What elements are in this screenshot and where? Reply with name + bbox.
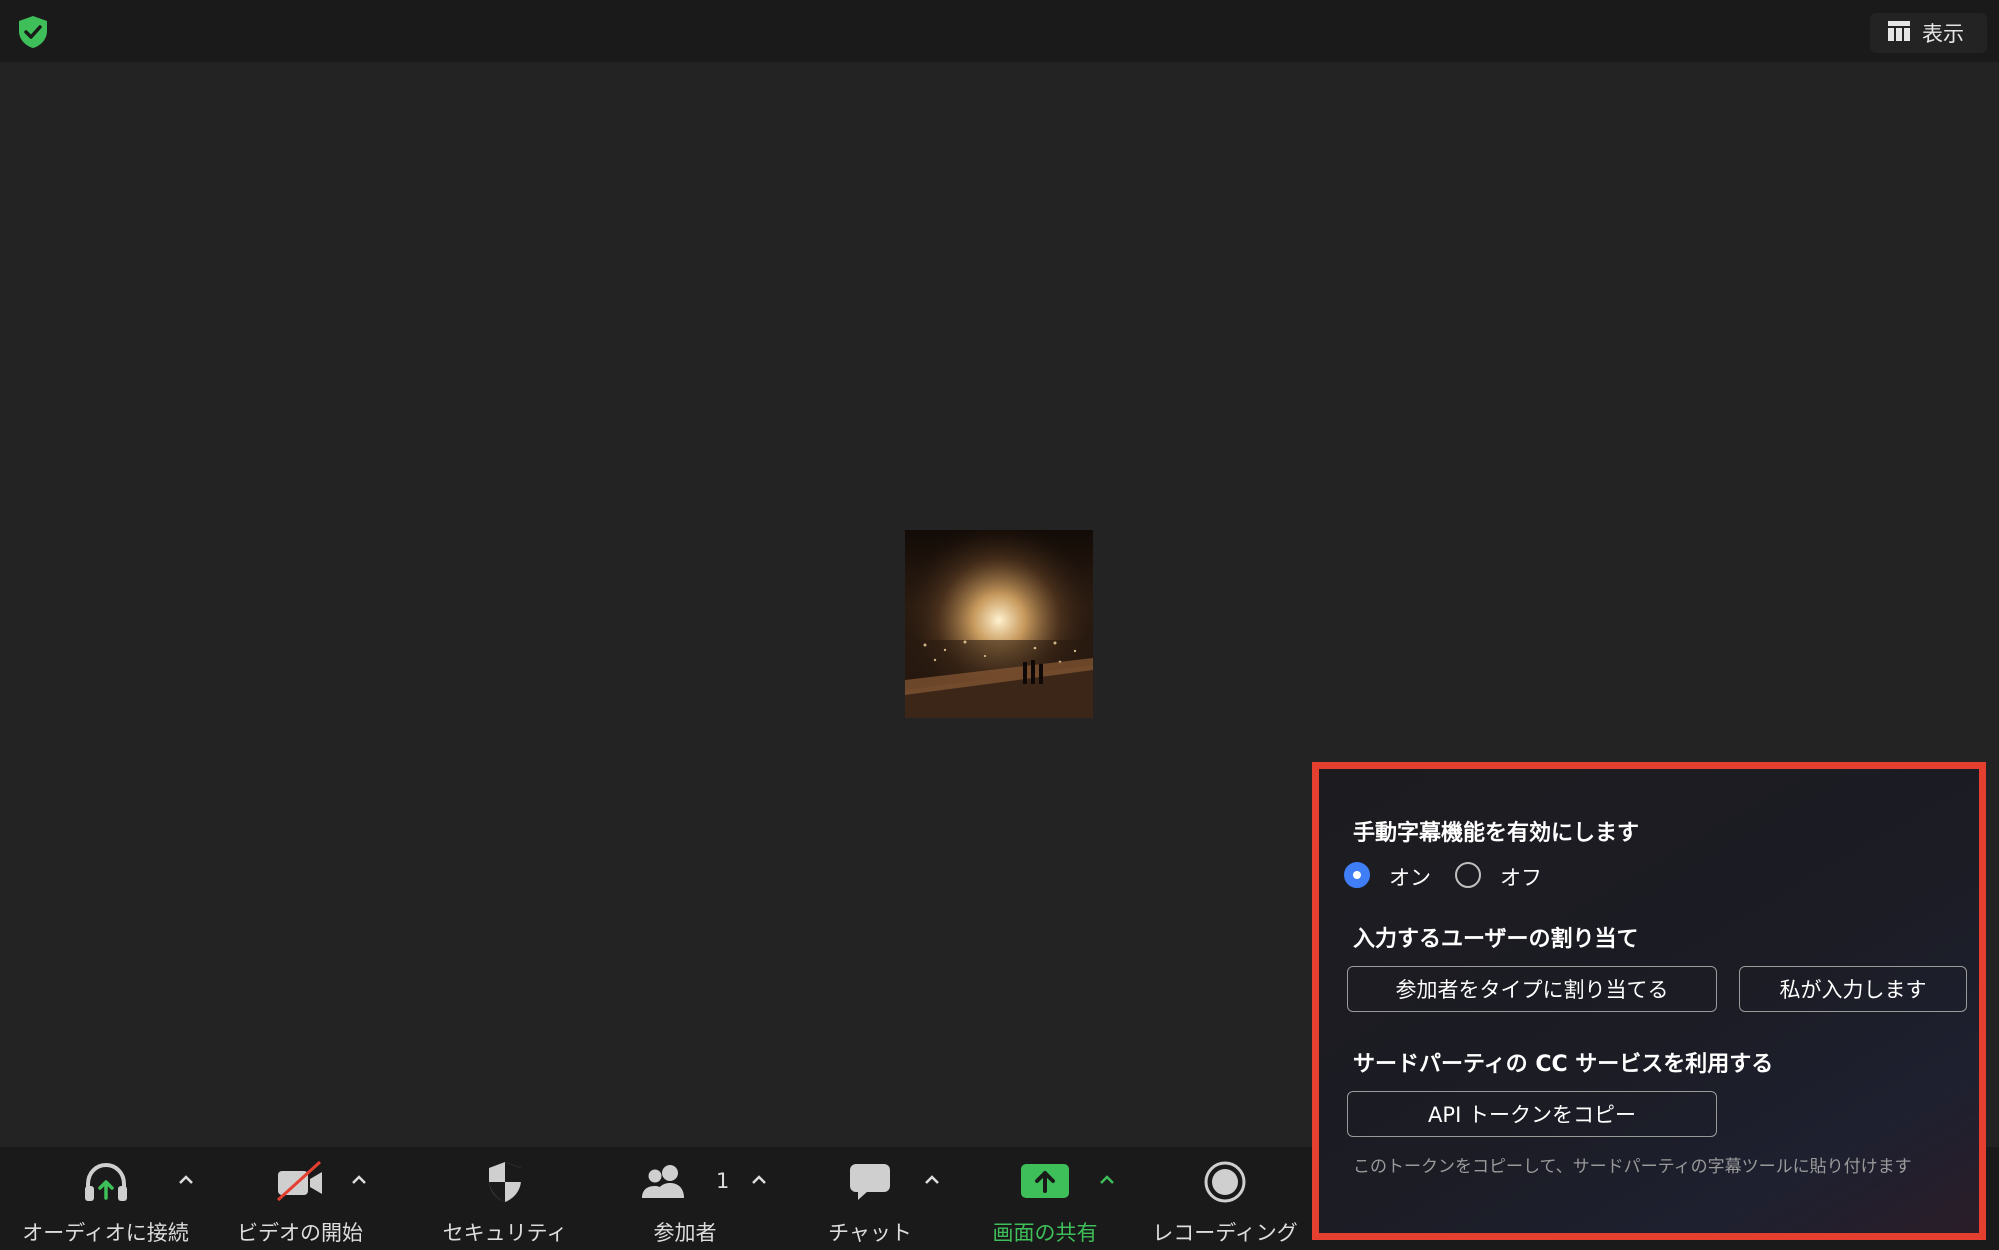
i-will-type-button[interactable]: 私が入力します	[1739, 966, 1967, 1012]
record-icon	[1140, 1159, 1310, 1205]
encryption-shield-icon[interactable]	[16, 14, 50, 50]
start-video-label: ビデオの開始	[237, 1221, 363, 1245]
security-label: セキュリティ	[442, 1221, 568, 1245]
api-token-note: このトークンをコピーして、サードパーティの字幕ツールに貼り付けます	[1353, 1157, 1912, 1177]
participants-options-caret-icon[interactable]	[748, 1169, 770, 1191]
grid-view-icon	[1888, 21, 1910, 45]
captions-on-label: オン	[1389, 866, 1431, 890]
top-bar: 表示	[0, 0, 1999, 62]
view-button-label: 表示	[1922, 22, 1964, 46]
copy-api-token-button[interactable]: API トークンをコピー	[1347, 1091, 1717, 1137]
share-screen-label: 画面の共有	[992, 1221, 1098, 1245]
security-shield-icon	[430, 1159, 580, 1205]
captions-off-radio[interactable]	[1455, 862, 1481, 888]
enable-captions-heading: 手動字幕機能を有効にします	[1353, 821, 1640, 846]
assign-participant-button[interactable]: 参加者をタイプに割り当てる	[1347, 966, 1717, 1012]
captions-on-radio[interactable]	[1344, 862, 1370, 888]
participants-count: 1	[716, 1169, 730, 1193]
share-options-caret-icon[interactable]	[1096, 1169, 1118, 1191]
participant-profile-picture	[905, 530, 1093, 718]
captions-off-label: オフ	[1500, 866, 1542, 890]
record-button[interactable]: レコーディング	[1140, 1159, 1310, 1247]
share-screen-button[interactable]: 画面の共有	[980, 1159, 1110, 1247]
view-button[interactable]: 表示	[1870, 13, 1987, 53]
join-audio-label: オーディオに接続	[22, 1221, 189, 1245]
headphone-icon	[18, 1159, 193, 1205]
chat-button[interactable]: チャット	[810, 1159, 930, 1247]
join-audio-button[interactable]: オーディオに接続	[18, 1159, 193, 1247]
video-options-caret-icon[interactable]	[348, 1169, 370, 1191]
chat-options-caret-icon[interactable]	[921, 1169, 943, 1191]
security-button[interactable]: セキュリティ	[430, 1159, 580, 1247]
closed-captions-panel: 手動字幕機能を有効にします オン オフ 入力するユーザーの割り当て 参加者をタイ…	[1312, 762, 1986, 1240]
chat-icon	[810, 1159, 930, 1205]
record-label: レコーディング	[1152, 1221, 1298, 1245]
chat-label: チャット	[828, 1221, 912, 1245]
third-party-cc-heading: サードパーティの CC サービスを利用する	[1353, 1052, 1774, 1077]
audio-options-caret-icon[interactable]	[175, 1169, 197, 1191]
assign-user-heading: 入力するユーザーの割り当て	[1353, 927, 1639, 952]
share-screen-icon	[980, 1159, 1110, 1205]
participants-label: 参加者	[653, 1221, 717, 1245]
